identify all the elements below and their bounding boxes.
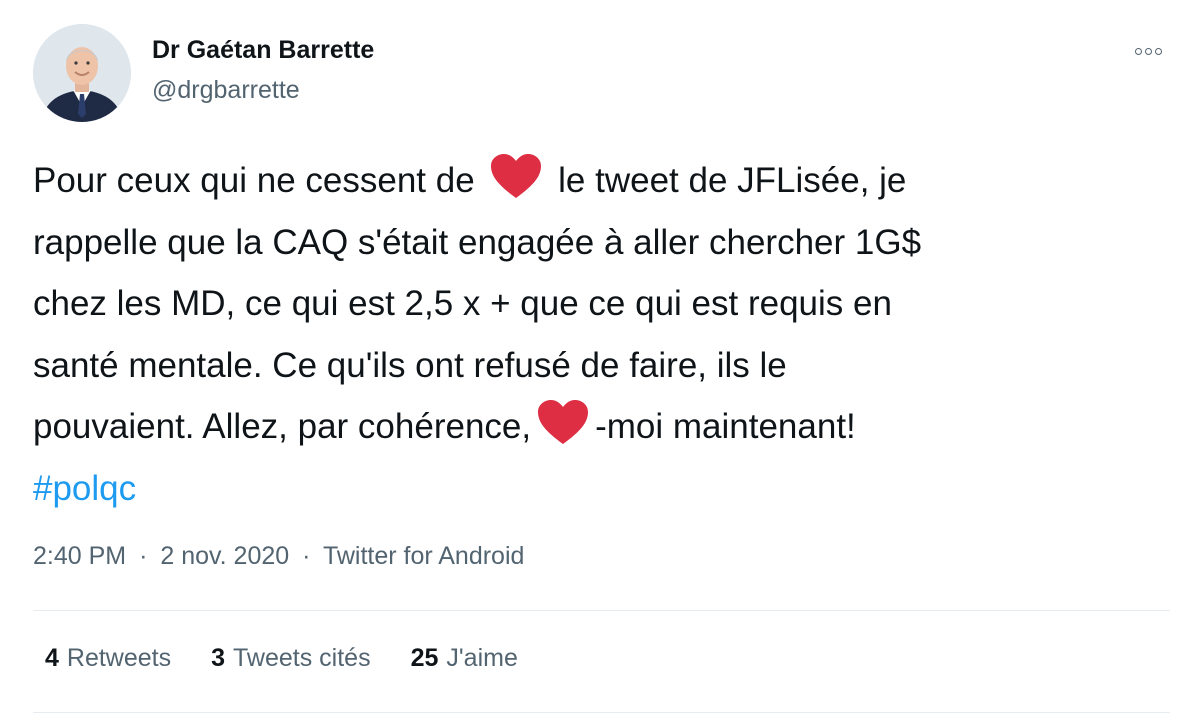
tweet-text: Pour ceux qui ne cessent de le tweet de … [33,150,1153,519]
meta-separator: · [139,542,148,570]
tweet-text-segment: -moi maintenant! [595,407,856,446]
more-options-icon[interactable] [1126,36,1170,66]
divider [33,610,1170,611]
tweet-line-5: pouvaient. Allez, par cohérence, -moi ma… [33,396,1153,458]
hashtag-link[interactable]: #polqc [33,469,136,508]
likes-count: 25 [410,644,439,672]
likes-label: J'aime [446,644,518,672]
retweets-stat[interactable]: 4 Retweets [45,644,171,673]
dot-icon [1154,47,1162,55]
tweet-line-3: chez les MD, ce qui est 2,5 x + que ce q… [33,284,892,323]
retweets-count: 4 [45,644,59,672]
dot-icon [1144,47,1152,55]
tweet-line-4: santé mentale. Ce qu'ils ont refusé de f… [33,345,787,385]
tweet-line-1: Pour ceux qui ne cessent de le tweet de … [33,150,1153,212]
tweet-line-2: rappelle que la CAQ s'était engagée à al… [33,222,922,262]
likes-stat[interactable]: 25 J'aime [411,644,518,673]
tweet-time[interactable]: 2:40 PM [33,542,126,570]
tweet-text-segment: Pour ceux qui ne cessent de [33,161,475,200]
tweet-card: Dr Gaétan Barrette @drgbarrette Pour ceu… [0,0,1204,718]
retweets-label: Retweets [66,644,172,672]
tweet-line-6: #polqc [33,458,1153,520]
quotes-label: Tweets cités [233,644,371,672]
quote-tweets-stat[interactable]: 3 Tweets cités [211,644,370,673]
meta-separator: · [302,542,311,570]
author-handle[interactable]: @drgbarrette [152,76,300,105]
heart-emoji-icon [491,154,542,198]
author-name[interactable]: Dr Gaétan Barrette [152,36,374,65]
tweet-text-segment: pouvaient. Allez, par cohérence, [33,407,532,446]
avatar[interactable] [33,24,131,122]
tweet-stats: 4 Retweets 3 Tweets cités 25 J'aime [45,644,518,673]
quotes-count: 3 [211,644,226,672]
tweet-text-segment: le tweet de JFLisée, je [558,161,907,200]
heart-emoji-icon [538,400,589,444]
dot-icon [1134,47,1142,55]
tweet-meta: 2:40 PM · 2 nov. 2020 · Twitter for Andr… [33,542,524,571]
divider [33,712,1170,713]
tweet-date[interactable]: 2 nov. 2020 [160,542,289,570]
tweet-source[interactable]: Twitter for Android [323,542,524,570]
